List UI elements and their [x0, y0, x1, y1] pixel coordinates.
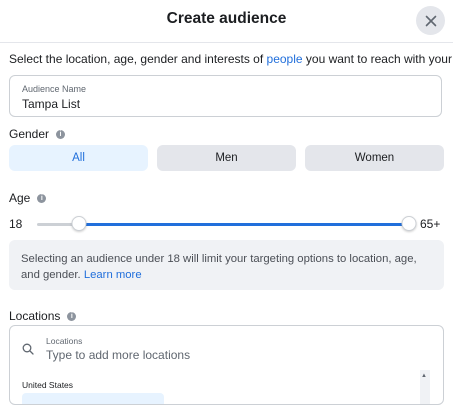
locations-field-label: Locations [46, 336, 83, 346]
audience-name-label: Audience Name [22, 84, 87, 94]
age-max-handle[interactable] [401, 216, 417, 231]
learn-more-link[interactable]: Learn more [84, 269, 142, 281]
locations-box: Locations United States ▲ [9, 325, 444, 405]
close-button[interactable] [416, 6, 445, 35]
people-link[interactable]: people [267, 52, 303, 66]
locations-heading: Locations i [9, 309, 77, 323]
locations-scrollbar[interactable]: ▲ [420, 370, 430, 404]
scroll-up-icon[interactable]: ▲ [421, 373, 427, 379]
age-notice: Selecting an audience under 18 will limi… [9, 240, 444, 290]
locations-info-icon[interactable]: i [67, 311, 77, 321]
gender-label: Gender [9, 127, 50, 141]
locations-label: Locations [9, 309, 61, 323]
search-icon [22, 343, 34, 355]
age-heading: Age i [9, 191, 47, 205]
locations-search-input[interactable] [46, 348, 346, 362]
gender-heading: Gender i [9, 127, 66, 141]
age-notice-text: Selecting an audience under 18 will limi… [21, 253, 417, 281]
gender-all-button[interactable]: All [9, 145, 148, 171]
audience-name-value[interactable]: Tampa List [22, 97, 80, 111]
intro-text-start: Select the location, age, gender and int… [9, 52, 267, 66]
age-min-handle[interactable] [71, 216, 87, 231]
gender-info-icon[interactable]: i [56, 129, 66, 139]
intro-text-end: you want to reach with your ad. [305, 52, 453, 66]
audience-name-field[interactable]: Audience Name Tampa List [9, 75, 442, 117]
location-chip[interactable] [22, 393, 164, 404]
age-label: Age [9, 191, 31, 205]
age-slider-fill [78, 223, 409, 226]
gender-men-button[interactable]: Men [157, 145, 296, 171]
age-min-label: 18 [9, 217, 23, 231]
dialog-header: Create audience [0, 0, 453, 43]
country-label: United States [22, 380, 74, 390]
gender-women-button[interactable]: Women [305, 145, 444, 171]
age-max-label: 65+ [420, 217, 441, 231]
dialog-title: Create audience [166, 10, 287, 27]
age-info-icon[interactable]: i [37, 193, 47, 203]
close-icon [425, 15, 436, 26]
intro-text: Select the location, age, gender and int… [9, 52, 453, 66]
